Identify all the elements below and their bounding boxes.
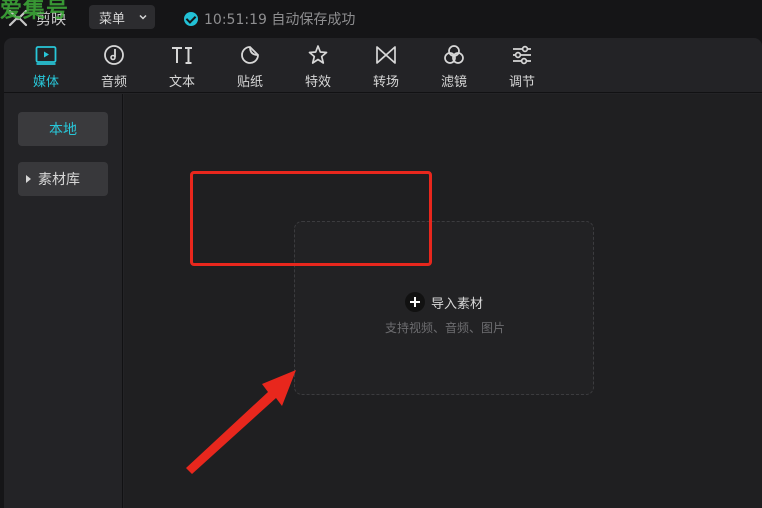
- tab-text-label: 文本: [168, 75, 195, 90]
- tab-effects[interactable]: 特效: [284, 38, 352, 93]
- title-bar: 剪映 爱集号 菜单 10:51:19 自动保存成功: [0, 0, 762, 38]
- tab-adjust-label: 调节: [508, 75, 535, 90]
- autosave-text: 10:51:19 自动保存成功: [204, 12, 356, 28]
- caret-right-icon: [26, 175, 31, 183]
- check-circle-icon: [184, 12, 198, 26]
- sidebar-item-library[interactable]: 素材库: [18, 162, 108, 196]
- tab-media-label: 媒体: [32, 75, 59, 90]
- tab-filter[interactable]: 滤镜: [420, 38, 488, 93]
- adjust-icon: [513, 45, 531, 65]
- media-content-area: 导入素材 支持视频、音频、图片: [124, 94, 762, 508]
- tab-transition-label: 转场: [372, 75, 399, 90]
- text-icon: [172, 47, 192, 64]
- watermark: 爱集号: [0, 0, 70, 23]
- tab-transition[interactable]: 转场: [352, 38, 420, 93]
- autosave-status: 10:51:19 自动保存成功: [184, 9, 355, 29]
- filter-icon: [444, 45, 464, 64]
- tab-media[interactable]: 媒体: [12, 38, 80, 93]
- tab-sticker[interactable]: 贴纸: [216, 38, 284, 93]
- plus-icon: [405, 292, 425, 312]
- media-icon: [35, 46, 57, 65]
- tab-filter-label: 滤镜: [440, 75, 467, 90]
- tab-text[interactable]: 文本: [148, 38, 216, 93]
- sidebar-item-library-label: 素材库: [38, 172, 80, 188]
- tab-adjust[interactable]: 调节: [488, 38, 556, 93]
- main-panel: 媒体 音频 文本 贴纸 特效 转场 滤镜 调节 本地 素材库 导入素材 支持视频…: [4, 38, 762, 508]
- sidebar-item-local[interactable]: 本地: [18, 112, 108, 146]
- transition-icon: [376, 46, 396, 64]
- tab-audio-label: 音频: [100, 75, 127, 90]
- sticker-icon: [241, 46, 259, 64]
- audio-icon: [104, 45, 124, 65]
- import-button[interactable]: 导入素材: [405, 292, 483, 312]
- import-hint: 支持视频、音频、图片: [384, 321, 505, 335]
- chevron-down-icon: [139, 14, 147, 20]
- menu-button-label: 菜单: [99, 11, 126, 27]
- top-toolbar: 媒体 音频 文本 贴纸 特效 转场 滤镜 调节: [4, 38, 762, 93]
- tab-sticker-label: 贴纸: [236, 75, 263, 90]
- tab-effects-label: 特效: [304, 75, 331, 90]
- highlight-box: [190, 171, 432, 266]
- menu-button[interactable]: 菜单: [89, 5, 155, 29]
- import-label: 导入素材: [431, 296, 484, 312]
- tab-audio[interactable]: 音频: [80, 38, 148, 93]
- app-window: 剪映 爱集号 菜单 10:51:19 自动保存成功 媒体 音频 文本 贴纸 特效…: [0, 0, 762, 508]
- effects-icon: [308, 45, 328, 64]
- left-sidebar: 本地 素材库: [4, 94, 123, 508]
